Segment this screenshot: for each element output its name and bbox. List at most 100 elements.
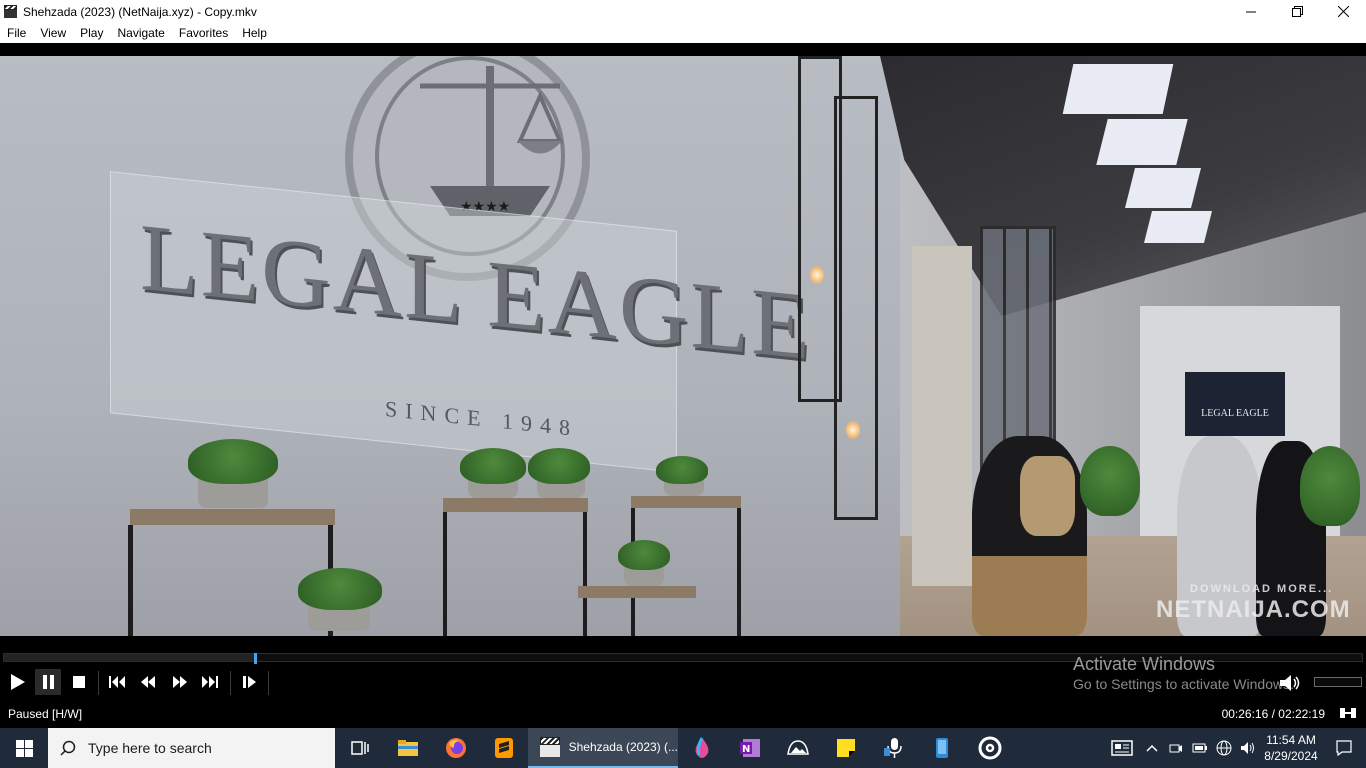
search-placeholder: Type here to search	[88, 740, 212, 756]
window-title: Shehzada (2023) (NetNaija.xyz) - Copy.mk…	[23, 4, 257, 19]
pause-icon	[43, 675, 54, 689]
photos-icon	[787, 740, 809, 755]
firefox-button[interactable]	[432, 728, 480, 768]
volume-button[interactable]	[1236, 728, 1260, 768]
seek-progress	[4, 654, 256, 661]
pause-button[interactable]	[35, 669, 61, 695]
photos-button[interactable]	[774, 728, 822, 768]
seek-handle[interactable]	[254, 653, 258, 664]
groove-music-button[interactable]	[966, 728, 1014, 768]
windows-logo-icon	[15, 739, 33, 757]
frame-step-icon	[243, 676, 256, 688]
menu-bar: File View Play Navigate Favorites Help	[0, 23, 1366, 43]
scales-of-justice-icon: ★★★★	[420, 66, 564, 216]
video-frame: ★★★★ LEGAL EAGLE SINCE 1948 LEGAL EAGLE …	[0, 56, 1366, 636]
volume-slider[interactable]	[1314, 677, 1362, 687]
corridor-poster-text: LEGAL EAGLE	[1201, 408, 1269, 419]
news-icon	[1111, 740, 1133, 756]
activate-windows-title: Activate Windows	[1073, 654, 1216, 674]
previous-button[interactable]	[104, 669, 130, 695]
sticky-notes-button[interactable]	[822, 728, 870, 768]
chevron-up-icon	[1146, 744, 1158, 752]
mpc-app-icon	[4, 5, 17, 18]
taskbar-search[interactable]: Type here to search	[48, 728, 335, 768]
close-icon	[1337, 6, 1349, 17]
skip-previous-icon	[109, 676, 125, 688]
sticky-note-icon	[837, 739, 855, 757]
pendant-bulb	[846, 421, 860, 439]
meet-now-button[interactable]	[1164, 728, 1188, 768]
battery-button[interactable]	[1188, 728, 1212, 768]
start-button[interactable]	[0, 728, 48, 768]
status-bar: Paused [H/W] 00:26:16 / 02:22:19	[0, 700, 1366, 728]
taskbar: Type here to search Shehzada (2023) (...…	[0, 728, 1366, 768]
playback-status: Paused [H/W]	[8, 707, 83, 721]
video-area[interactable]: ★★★★ LEGAL EAGLE SINCE 1948 LEGAL EAGLE …	[0, 43, 1366, 636]
playback-time: 00:26:16 / 02:22:19	[1221, 707, 1325, 721]
groove-music-icon	[978, 736, 1002, 760]
notification-icon	[1336, 740, 1352, 756]
volume-icon	[1241, 742, 1254, 754]
title-bar: Shehzada (2023) (NetNaija.xyz) - Copy.mk…	[0, 0, 1366, 23]
mpc-taskbar-icon	[540, 737, 560, 757]
paint-3d-button[interactable]	[678, 728, 726, 768]
task-view-button[interactable]	[336, 728, 384, 768]
menu-help[interactable]: Help	[235, 23, 274, 43]
phone-icon	[936, 738, 948, 758]
system-tray: 11:54 AM 8/29/2024	[1104, 728, 1366, 768]
microphone-icon	[884, 738, 902, 758]
activate-windows-subtitle: Go to Settings to activate Windows.	[1073, 676, 1294, 692]
minimize-icon	[1246, 11, 1256, 12]
rewind-icon	[141, 676, 155, 688]
menu-file[interactable]: File	[0, 23, 33, 43]
pendant-bulb	[810, 266, 824, 284]
playback-controls: Activate Windows Go to Settings to activ…	[0, 654, 1366, 700]
news-widget-button[interactable]	[1104, 728, 1140, 768]
window-controls	[1228, 0, 1366, 23]
taskbar-app-label: Shehzada (2023) (...	[568, 740, 678, 754]
task-view-icon	[351, 741, 369, 755]
taskbar-app-mpc[interactable]: Shehzada (2023) (...	[528, 728, 678, 768]
notifications-button[interactable]	[1322, 728, 1366, 768]
sublime-text-button[interactable]	[480, 728, 528, 768]
restore-icon	[1291, 6, 1303, 17]
mute-button[interactable]	[1278, 672, 1302, 694]
skip-next-icon	[202, 676, 218, 688]
stop-button[interactable]	[66, 669, 92, 695]
taskbar-clock[interactable]: 11:54 AM 8/29/2024	[1260, 732, 1322, 764]
globe-icon	[1216, 740, 1232, 756]
onenote-icon: N	[740, 739, 760, 757]
menu-play[interactable]: Play	[73, 23, 110, 43]
corridor-poster	[1185, 372, 1285, 436]
voice-recorder-button[interactable]	[870, 728, 918, 768]
minimize-button[interactable]	[1228, 0, 1274, 23]
status-connection-icon	[1338, 705, 1358, 721]
watermark-line1: DOWNLOAD MORE...	[1190, 583, 1334, 595]
fast-forward-icon	[173, 676, 187, 688]
speaker-icon	[1280, 675, 1300, 691]
play-icon	[11, 674, 25, 690]
battery-icon	[1192, 743, 1207, 753]
clock-date: 8/29/2024	[1264, 749, 1318, 763]
paint-drop-icon	[695, 737, 709, 758]
network-button[interactable]	[1212, 728, 1236, 768]
search-icon	[60, 740, 76, 756]
clock-time: 11:54 AM	[1266, 733, 1316, 747]
close-button[interactable]	[1320, 0, 1366, 23]
watermark-line2: NETNAIJA.COM	[1156, 596, 1351, 623]
menu-navigate[interactable]: Navigate	[110, 23, 171, 43]
frame-step-button[interactable]	[237, 669, 263, 695]
stop-icon	[73, 676, 85, 688]
file-explorer-button[interactable]	[384, 728, 432, 768]
show-hidden-icons-button[interactable]	[1140, 728, 1164, 768]
phone-link-button[interactable]	[918, 728, 966, 768]
menu-favorites[interactable]: Favorites	[172, 23, 235, 43]
maximize-button[interactable]	[1274, 0, 1320, 23]
fast-forward-button[interactable]	[167, 669, 193, 695]
menu-view[interactable]: View	[33, 23, 73, 43]
rewind-button[interactable]	[135, 669, 161, 695]
play-button[interactable]	[4, 669, 30, 695]
next-button[interactable]	[197, 669, 223, 695]
svg-text:N: N	[742, 744, 750, 755]
onenote-button[interactable]: N	[726, 728, 774, 768]
